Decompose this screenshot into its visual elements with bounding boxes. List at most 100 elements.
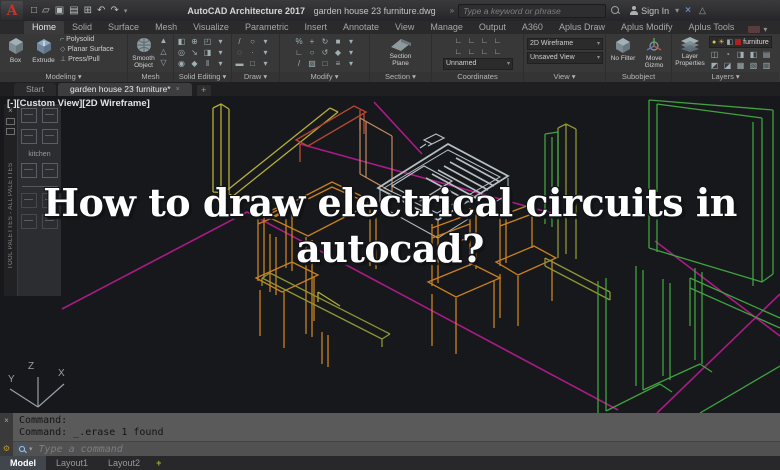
- tool-icon[interactable]: ∟: [466, 36, 477, 46]
- ribbon-tab-parametric[interactable]: Parametric: [237, 21, 297, 34]
- ribbon-tab-mesh[interactable]: Mesh: [147, 21, 185, 34]
- command-caret-icon[interactable]: ▾: [29, 445, 33, 453]
- tool-icon[interactable]: ∟: [453, 36, 464, 46]
- tab-model[interactable]: Model: [0, 456, 46, 470]
- new-drawing-button[interactable]: +: [196, 85, 211, 96]
- tool-icon[interactable]: ‖: [202, 59, 213, 69]
- search-icon[interactable]: [611, 6, 620, 15]
- section-plane-button[interactable]: Section Plane: [381, 36, 421, 67]
- tool-icon[interactable]: △: [158, 47, 169, 57]
- tool-icon[interactable]: ∟: [492, 47, 503, 57]
- tool-icon[interactable]: ◆: [189, 59, 200, 69]
- panel-label-solid-editing[interactable]: Solid Editing ▾: [174, 72, 231, 82]
- qat-dropdown-icon[interactable]: ▾: [124, 7, 128, 15]
- extrude-button[interactable]: Extrude: [30, 36, 57, 64]
- ribbon-tab-visualize[interactable]: Visualize: [185, 21, 237, 34]
- box-button[interactable]: Box: [2, 36, 29, 64]
- move-gizmo-button[interactable]: Move Gizmo: [641, 36, 668, 69]
- tool-icon[interactable]: ◫: [709, 50, 720, 60]
- new-file-icon[interactable]: □: [31, 5, 37, 16]
- ribbon-tab-aplus-draw[interactable]: Aplus Draw: [551, 21, 613, 34]
- command-input[interactable]: ▾ Type a command: [13, 441, 780, 456]
- tool-icon[interactable]: /: [234, 37, 245, 47]
- tab-start[interactable]: Start: [14, 83, 56, 96]
- tool-icon[interactable]: /: [294, 59, 305, 69]
- tool-icon[interactable]: ∟: [492, 36, 503, 46]
- tool-icon[interactable]: ◩: [709, 61, 720, 71]
- ribbon-tab-insert[interactable]: Insert: [296, 21, 335, 34]
- ribbon-tab-a360[interactable]: A360: [514, 21, 551, 34]
- tool-icon[interactable]: ◪: [722, 61, 733, 71]
- palette-item[interactable]: [21, 129, 37, 144]
- tool-icon[interactable]: ○: [247, 37, 258, 47]
- palette-item[interactable]: [42, 129, 58, 144]
- tool-icon[interactable]: ◉: [176, 59, 187, 69]
- ucs-named-dropdown[interactable]: Unnamed ▾: [443, 58, 513, 70]
- tool-icon[interactable]: ▾: [215, 37, 226, 47]
- tool-icon[interactable]: ◧: [176, 37, 187, 47]
- undo-icon[interactable]: ↶: [97, 5, 105, 16]
- help-icon[interactable]: △: [699, 5, 706, 16]
- panel-label-modify[interactable]: Modify ▾: [280, 72, 369, 82]
- tool-icon[interactable]: ◨: [735, 50, 746, 60]
- tab-close-icon[interactable]: ×: [176, 83, 180, 96]
- tool-icon[interactable]: ⊕: [189, 37, 200, 47]
- smooth-object-button[interactable]: Smooth Object: [130, 36, 157, 69]
- tool-icon[interactable]: ◔: [722, 50, 733, 60]
- tool-icon[interactable]: ↘: [189, 48, 200, 58]
- tool-icon[interactable]: ◆: [333, 48, 344, 58]
- panel-label-draw[interactable]: Draw ▾: [232, 72, 279, 82]
- tool-icon[interactable]: ∟: [479, 36, 490, 46]
- plot-icon[interactable]: ⊞: [84, 5, 92, 16]
- tool-icon[interactable]: ◌: [234, 48, 245, 58]
- panel-label-modeling[interactable]: Modeling ▾: [0, 72, 127, 82]
- planar-surface-button[interactable]: ◇ Planar Surface: [60, 45, 114, 54]
- ribbon-tab-solid[interactable]: Solid: [64, 21, 100, 34]
- palette-properties-icon[interactable]: [6, 118, 15, 125]
- tool-icon[interactable]: ↺: [320, 48, 331, 58]
- visual-style-dropdown[interactable]: 2D Wireframe ▾: [527, 38, 603, 50]
- layer-on-icon[interactable]: ●: [712, 39, 716, 46]
- tool-icon[interactable]: ▾: [260, 59, 271, 69]
- palette-item[interactable]: [42, 163, 58, 178]
- ribbon-tab-output[interactable]: Output: [471, 21, 514, 34]
- tool-icon[interactable]: ·: [247, 48, 258, 58]
- palette-item[interactable]: [21, 163, 37, 178]
- tab-layout1[interactable]: Layout1: [46, 456, 98, 470]
- tool-icon[interactable]: □: [320, 59, 331, 69]
- sign-in-button[interactable]: Sign In: [641, 6, 669, 16]
- ribbon-tab-surface[interactable]: Surface: [100, 21, 147, 34]
- ribbon-tab-home[interactable]: Home: [24, 21, 65, 34]
- viewport-controls[interactable]: [-][Custom View][2D Wireframe]: [7, 98, 150, 109]
- ribbon-tab-aplus-modify[interactable]: Aplus Modify: [613, 21, 681, 34]
- command-customize-icon[interactable]: ⚙: [3, 444, 10, 453]
- panel-label-section[interactable]: Section ▾: [370, 72, 431, 82]
- palette-autohide-icon[interactable]: [6, 128, 15, 135]
- panel-label-mesh[interactable]: Mesh: [128, 72, 173, 82]
- tool-icon[interactable]: ○: [307, 48, 318, 58]
- save-as-icon[interactable]: ▤: [69, 5, 78, 16]
- tool-icon[interactable]: ■: [333, 37, 344, 47]
- tool-icon[interactable]: ▾: [215, 48, 226, 58]
- model-space-canvas[interactable]: [-][Custom View][2D Wireframe] × TOOL PA…: [0, 96, 780, 413]
- layer-dropdown[interactable]: ● ☀ ◧ furniture: [709, 36, 772, 48]
- redo-icon[interactable]: ↷: [110, 5, 118, 16]
- tool-icon[interactable]: ≡: [333, 59, 344, 69]
- tool-icon[interactable]: ▽: [158, 58, 169, 68]
- tool-icon[interactable]: ∟: [479, 47, 490, 57]
- ribbon-tab-aplus-tools[interactable]: Aplus Tools: [681, 21, 743, 34]
- tool-icon[interactable]: ▤: [761, 50, 772, 60]
- palette-item[interactable]: [21, 108, 37, 123]
- layer-color-swatch[interactable]: [735, 39, 742, 45]
- save-icon[interactable]: ▣: [55, 5, 64, 16]
- tool-icon[interactable]: ▲: [158, 36, 169, 46]
- tool-icon[interactable]: ▾: [260, 37, 271, 47]
- tool-icon[interactable]: ▨: [307, 59, 318, 69]
- open-file-icon[interactable]: ▱: [42, 5, 50, 16]
- ribbon-tab-manage[interactable]: Manage: [422, 21, 471, 34]
- tool-icon[interactable]: ▾: [215, 59, 226, 69]
- tool-icon[interactable]: ◎: [176, 48, 187, 58]
- tool-icon[interactable]: ◰: [202, 37, 213, 47]
- command-close-icon[interactable]: ×: [4, 416, 9, 425]
- layer-lock-icon[interactable]: ◧: [727, 38, 734, 46]
